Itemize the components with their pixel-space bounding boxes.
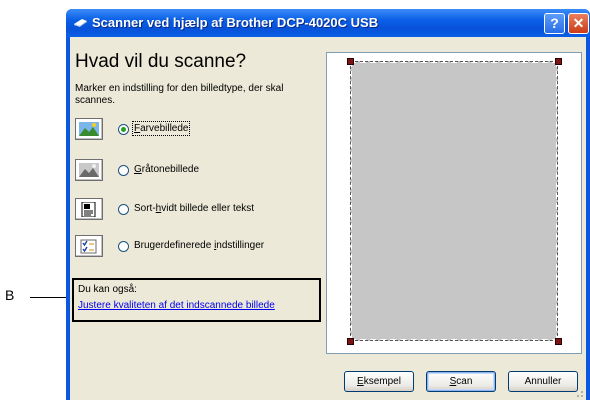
option-label-grayscale-picture[interactable]: Gråtonebillede bbox=[134, 164, 199, 175]
crop-handle-top-right[interactable] bbox=[555, 58, 562, 65]
option-label-custom-settings[interactable]: Brugerdefinerede indstillinger bbox=[134, 240, 264, 251]
color-picture-icon[interactable] bbox=[75, 118, 103, 140]
grayscale-picture-icon[interactable] bbox=[75, 159, 103, 181]
adjust-quality-link[interactable]: Justere kvaliteten af det indscannede bi… bbox=[78, 300, 275, 311]
title-bar[interactable]: Scanner ved hjælp af Brother DCP-4020C U… bbox=[66, 9, 590, 37]
crop-handle-top-left[interactable] bbox=[347, 58, 354, 65]
close-button[interactable]: ✕ bbox=[568, 13, 589, 34]
radio-black-white-text[interactable] bbox=[118, 204, 129, 215]
page-title: Hvad vil du scanne? bbox=[75, 51, 247, 72]
crop-handle-bottom-right[interactable] bbox=[555, 338, 562, 345]
cancel-button[interactable]: Annuller bbox=[508, 371, 578, 392]
help-button[interactable]: ? bbox=[544, 13, 565, 34]
radio-grayscale-picture[interactable] bbox=[118, 165, 129, 176]
callout-line bbox=[30, 297, 68, 298]
radio-color-picture[interactable] bbox=[118, 124, 129, 135]
resize-grip-icon[interactable] bbox=[574, 388, 584, 398]
callout-letter: B bbox=[5, 287, 15, 303]
scanner-dialog: Scanner ved hjælp af Brother DCP-4020C U… bbox=[66, 9, 590, 400]
scan-preview bbox=[326, 52, 582, 354]
dialog-content: Hvad vil du scanne? Marker en indstillin… bbox=[70, 37, 586, 400]
option-label-black-white-text[interactable]: Sort-hvidt billede eller tekst bbox=[134, 203, 254, 214]
also-label: Du kan også: bbox=[78, 284, 137, 295]
preview-button[interactable]: Eksempel bbox=[344, 371, 414, 392]
crop-handle-bottom-left[interactable] bbox=[347, 338, 354, 345]
black-white-text-icon[interactable] bbox=[75, 198, 103, 220]
also-section: Du kan også: Justere kvaliteten af det i… bbox=[72, 278, 321, 322]
radio-custom-settings[interactable] bbox=[118, 241, 129, 252]
scan-area[interactable] bbox=[350, 61, 558, 341]
custom-settings-icon[interactable] bbox=[75, 235, 103, 257]
window-title: Scanner ved hjælp af Brother DCP-4020C U… bbox=[92, 15, 379, 30]
instruction-text: Marker en indstilling for den billedtype… bbox=[75, 83, 284, 106]
scanner-icon bbox=[74, 19, 87, 27]
option-label-color-picture[interactable]: Farvebillede bbox=[131, 121, 191, 136]
scan-button[interactable]: Scan bbox=[426, 371, 496, 392]
